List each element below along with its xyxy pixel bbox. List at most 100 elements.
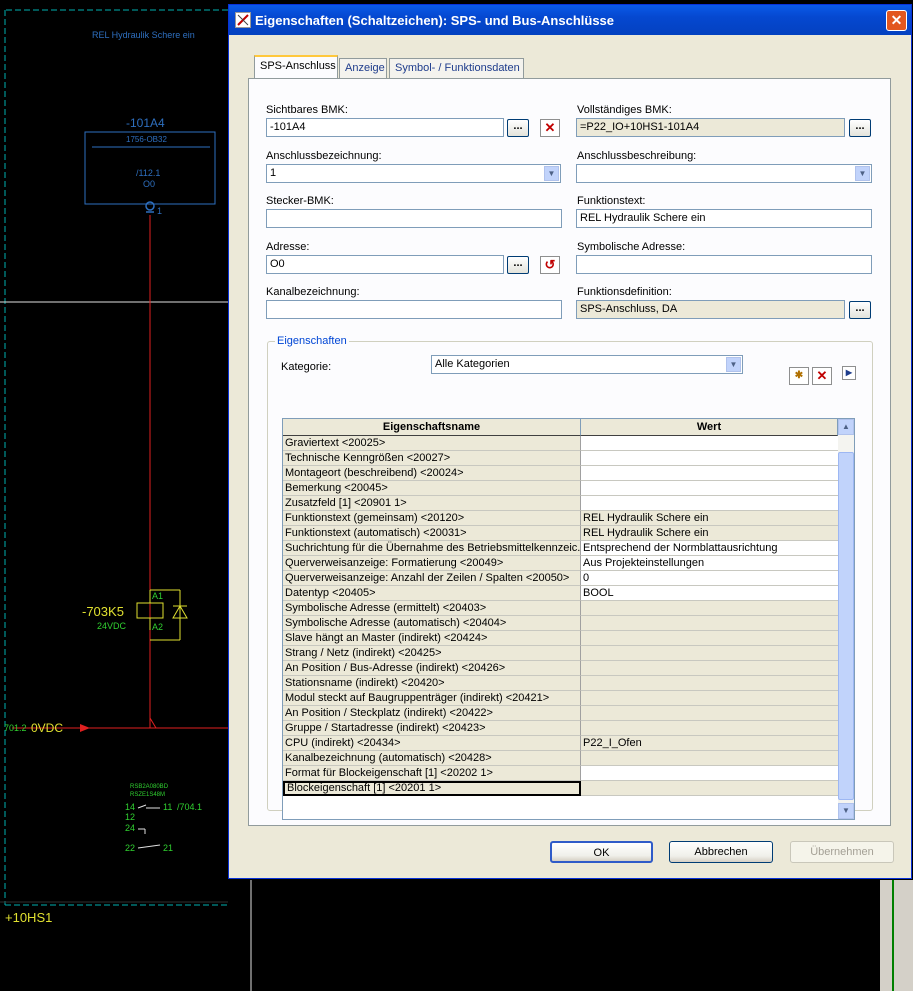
- property-name-cell[interactable]: Modul steckt auf Baugruppenträger (indir…: [283, 691, 581, 706]
- property-value-cell[interactable]: [581, 466, 838, 481]
- property-value-cell[interactable]: Aus Projekteinstellungen: [581, 556, 838, 571]
- property-value-cell[interactable]: [581, 706, 838, 721]
- table-row[interactable]: Querverweisanzeige: Formatierung <20049>…: [283, 556, 838, 571]
- sichtbares-bmk-browse-button[interactable]: ...: [507, 119, 529, 137]
- property-value-cell[interactable]: [581, 781, 838, 796]
- delete-bmk-icon[interactable]: ✕: [540, 119, 560, 137]
- property-name-cell[interactable]: Gruppe / Startadresse (indirekt) <20423>: [283, 721, 581, 736]
- property-name-cell[interactable]: An Position / Bus-Adresse (indirekt) <20…: [283, 661, 581, 676]
- kategorie-combo[interactable]: Alle Kategorien ▼: [431, 355, 743, 374]
- property-name-cell[interactable]: CPU (indirekt) <20434>: [283, 736, 581, 751]
- funktionsdefinition-browse-button[interactable]: ...: [849, 301, 871, 319]
- property-value-cell[interactable]: REL Hydraulik Schere ein: [581, 526, 838, 541]
- property-value-cell[interactable]: [581, 631, 838, 646]
- table-row[interactable]: Datentyp <20405> BOOL: [283, 586, 838, 601]
- table-row[interactable]: Suchrichtung für die Übernahme des Betri…: [283, 541, 838, 556]
- property-value-cell[interactable]: 0: [581, 571, 838, 586]
- property-value-cell[interactable]: [581, 601, 838, 616]
- column-header-value[interactable]: Wert: [581, 419, 838, 436]
- property-name-cell[interactable]: Bemerkung <20045>: [283, 481, 581, 496]
- sichtbares-bmk-field[interactable]: -101A4: [266, 118, 504, 137]
- table-row[interactable]: Stationsname (indirekt) <20420>: [283, 676, 838, 691]
- property-value-cell[interactable]: REL Hydraulik Schere ein: [581, 511, 838, 526]
- table-row[interactable]: Slave hängt an Master (indirekt) <20424>: [283, 631, 838, 646]
- table-row[interactable]: An Position / Steckplatz (indirekt) <204…: [283, 706, 838, 721]
- delete-property-icon[interactable]: ✕: [812, 367, 832, 385]
- funktionsdefinition-field[interactable]: SPS-Anschluss, DA: [576, 300, 845, 319]
- reset-address-icon[interactable]: ↺: [540, 256, 560, 274]
- vollstaendiges-bmk-browse-button[interactable]: ...: [849, 119, 871, 137]
- property-value-cell[interactable]: [581, 766, 838, 781]
- play-icon[interactable]: ▶: [842, 366, 856, 380]
- cancel-button[interactable]: Abbrechen: [669, 841, 773, 863]
- property-name-cell[interactable]: Format für Blockeigenschaft [1] <20202 1…: [283, 766, 581, 781]
- grid-scrollbar[interactable]: ▲ ▼: [838, 419, 854, 819]
- scroll-up-icon[interactable]: ▲: [838, 419, 854, 435]
- table-row[interactable]: CPU (indirekt) <20434> P22_I_Ofen: [283, 736, 838, 751]
- property-value-cell[interactable]: [581, 691, 838, 706]
- table-row[interactable]: Bemerkung <20045>: [283, 481, 838, 496]
- property-name-cell[interactable]: Technische Kenngrößen <20027>: [283, 451, 581, 466]
- property-value-cell[interactable]: [581, 616, 838, 631]
- property-name-cell[interactable]: Strang / Netz (indirekt) <20425>: [283, 646, 581, 661]
- table-row[interactable]: Blockeigenschaft [1] <20201 1>: [283, 781, 838, 796]
- properties-grid[interactable]: Eigenschaftsname Wert Graviertext <20025…: [282, 418, 855, 820]
- table-row[interactable]: Gruppe / Startadresse (indirekt) <20423>: [283, 721, 838, 736]
- property-value-cell[interactable]: Entsprechend der Normblattausrichtung: [581, 541, 838, 556]
- property-name-cell[interactable]: Graviertext <20025>: [283, 436, 581, 451]
- table-row[interactable]: Modul steckt auf Baugruppenträger (indir…: [283, 691, 838, 706]
- property-name-cell[interactable]: Suchrichtung für die Übernahme des Betri…: [283, 541, 581, 556]
- property-name-cell[interactable]: Querverweisanzeige: Anzahl der Zeilen / …: [283, 571, 581, 586]
- property-name-cell[interactable]: Funktionstext (gemeinsam) <20120>: [283, 511, 581, 526]
- table-row[interactable]: Kanalbezeichnung (automatisch) <20428>: [283, 751, 838, 766]
- tab-symbol-funktionsdaten[interactable]: Symbol- / Funktionsdaten: [389, 58, 524, 78]
- adresse-browse-button[interactable]: ...: [507, 256, 529, 274]
- apply-button[interactable]: Übernehmen: [790, 841, 894, 863]
- vollstaendiges-bmk-field[interactable]: =P22_IO+10HS1-101A4: [576, 118, 845, 137]
- scroll-thumb[interactable]: [838, 452, 854, 800]
- property-value-cell[interactable]: [581, 451, 838, 466]
- chevron-down-icon[interactable]: ▼: [726, 357, 741, 372]
- table-row[interactable]: Graviertext <20025>: [283, 436, 838, 451]
- property-value-cell[interactable]: [581, 436, 838, 451]
- table-row[interactable]: Funktionstext (gemeinsam) <20120> REL Hyd…: [283, 511, 838, 526]
- property-name-cell[interactable]: Montageort (beschreibend) <20024>: [283, 466, 581, 481]
- table-row[interactable]: An Position / Bus-Adresse (indirekt) <20…: [283, 661, 838, 676]
- property-value-cell[interactable]: [581, 481, 838, 496]
- adresse-field[interactable]: O0: [266, 255, 504, 274]
- table-row[interactable]: Symbolische Adresse (automatisch) <20404…: [283, 616, 838, 631]
- property-value-cell[interactable]: [581, 661, 838, 676]
- property-name-cell[interactable]: Kanalbezeichnung (automatisch) <20428>: [283, 751, 581, 766]
- table-row[interactable]: Querverweisanzeige: Anzahl der Zeilen / …: [283, 571, 838, 586]
- dialog-titlebar[interactable]: Eigenschaften (Schaltzeichen): SPS- und …: [229, 5, 911, 35]
- tab-sps-anschluss[interactable]: SPS-Anschluss: [254, 55, 338, 78]
- property-name-cell[interactable]: Zusatzfeld [1] <20901 1>: [283, 496, 581, 511]
- ok-button[interactable]: OK: [550, 841, 653, 863]
- table-row[interactable]: Montageort (beschreibend) <20024>: [283, 466, 838, 481]
- property-value-cell[interactable]: BOOL: [581, 586, 838, 601]
- column-header-name[interactable]: Eigenschaftsname: [283, 419, 581, 436]
- property-name-cell[interactable]: Symbolische Adresse (automatisch) <20404…: [283, 616, 581, 631]
- new-property-icon[interactable]: ✱: [789, 367, 809, 385]
- property-name-cell[interactable]: Slave hängt an Master (indirekt) <20424>: [283, 631, 581, 646]
- scroll-down-icon[interactable]: ▼: [838, 803, 854, 819]
- table-row[interactable]: Symbolische Adresse (ermittelt) <20403>: [283, 601, 838, 616]
- property-name-cell[interactable]: Datentyp <20405>: [283, 586, 581, 601]
- property-value-cell[interactable]: [581, 496, 838, 511]
- close-button[interactable]: ✕: [886, 10, 907, 31]
- funktionstext-field[interactable]: REL Hydraulik Schere ein: [576, 209, 872, 228]
- anschlussbeschreibung-combo[interactable]: ▼: [576, 164, 872, 183]
- anschlussbezeichnung-combo[interactable]: 1 ▼: [266, 164, 561, 183]
- property-name-cell[interactable]: An Position / Steckplatz (indirekt) <204…: [283, 706, 581, 721]
- property-value-cell[interactable]: [581, 676, 838, 691]
- table-row[interactable]: Strang / Netz (indirekt) <20425>: [283, 646, 838, 661]
- property-value-cell[interactable]: [581, 646, 838, 661]
- table-row[interactable]: Funktionstext (automatisch) <20031> REL H…: [283, 526, 838, 541]
- chevron-down-icon[interactable]: ▼: [544, 166, 559, 181]
- table-row[interactable]: Zusatzfeld [1] <20901 1>: [283, 496, 838, 511]
- chevron-down-icon[interactable]: ▼: [855, 166, 870, 181]
- property-value-cell[interactable]: P22_I_Ofen: [581, 736, 838, 751]
- stecker-bmk-field[interactable]: [266, 209, 562, 228]
- property-name-cell[interactable]: Querverweisanzeige: Formatierung <20049>: [283, 556, 581, 571]
- tab-anzeige[interactable]: Anzeige: [339, 58, 387, 78]
